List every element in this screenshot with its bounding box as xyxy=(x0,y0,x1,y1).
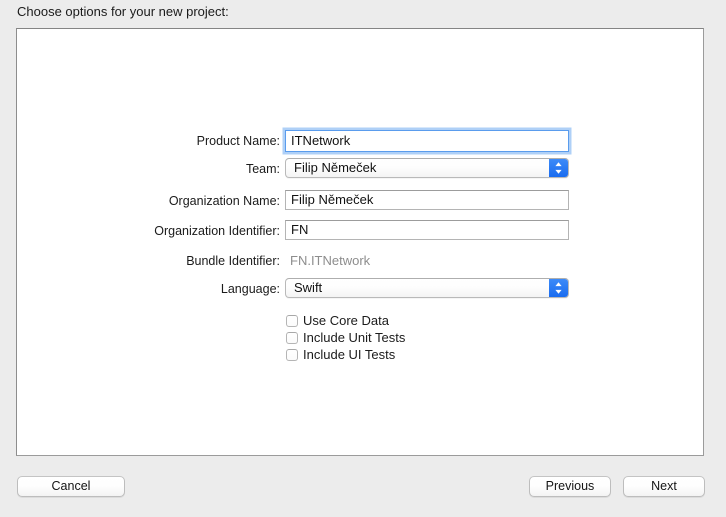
label-language: Language: xyxy=(220,282,280,296)
label-bundle-identifier: Bundle Identifier: xyxy=(186,254,280,268)
label-product-name: Product Name: xyxy=(196,134,280,148)
label-organization-name: Organization Name: xyxy=(168,194,280,208)
team-select[interactable]: Filip Němeček xyxy=(285,158,569,178)
organization-identifier-input[interactable]: FN xyxy=(285,220,569,240)
label-organization-identifier: Organization Identifier: xyxy=(154,224,280,238)
checkbox-box-icon[interactable] xyxy=(286,332,298,344)
checkbox-label-use-core-data: Use Core Data xyxy=(303,313,389,328)
bundle-identifier-value: FN.ITNetwork xyxy=(290,253,371,268)
options-panel: Product Name: ITNetwork Team: Filip Něme… xyxy=(16,28,704,456)
next-button[interactable]: Next xyxy=(623,476,705,497)
form-row-product-name: Product Name: ITNetwork xyxy=(17,130,705,152)
language-select[interactable]: Swift xyxy=(285,278,569,298)
chevron-up-down-icon xyxy=(549,279,568,297)
form-row-organization-identifier: Organization Identifier: FN xyxy=(17,220,705,242)
organization-name-input[interactable]: Filip Němeček xyxy=(285,190,569,210)
label-team: Team: xyxy=(245,162,280,176)
team-select-value: Filip Němeček xyxy=(294,160,377,175)
form-row-language: Language: Swift xyxy=(17,278,705,300)
checkbox-label-include-unit-tests: Include Unit Tests xyxy=(303,330,406,345)
chevron-up-down-icon xyxy=(549,159,568,177)
previous-button[interactable]: Previous xyxy=(529,476,611,497)
cancel-button[interactable]: Cancel xyxy=(17,476,125,497)
language-select-value: Swift xyxy=(294,280,323,295)
checkbox-label-include-ui-tests: Include UI Tests xyxy=(303,347,396,362)
form-row-organization-name: Organization Name: Filip Němeček xyxy=(17,190,705,212)
new-project-options-dialog: Choose options for your new project: Pro… xyxy=(0,0,726,517)
checkbox-box-icon[interactable] xyxy=(286,315,298,327)
page-title: Choose options for your new project: xyxy=(17,4,229,19)
product-name-input[interactable]: ITNetwork xyxy=(285,130,569,152)
form-row-bundle-identifier: Bundle Identifier: FN.ITNetwork xyxy=(17,250,705,272)
checkbox-box-icon[interactable] xyxy=(286,349,298,361)
form-row-team: Team: Filip Němeček xyxy=(17,158,705,180)
